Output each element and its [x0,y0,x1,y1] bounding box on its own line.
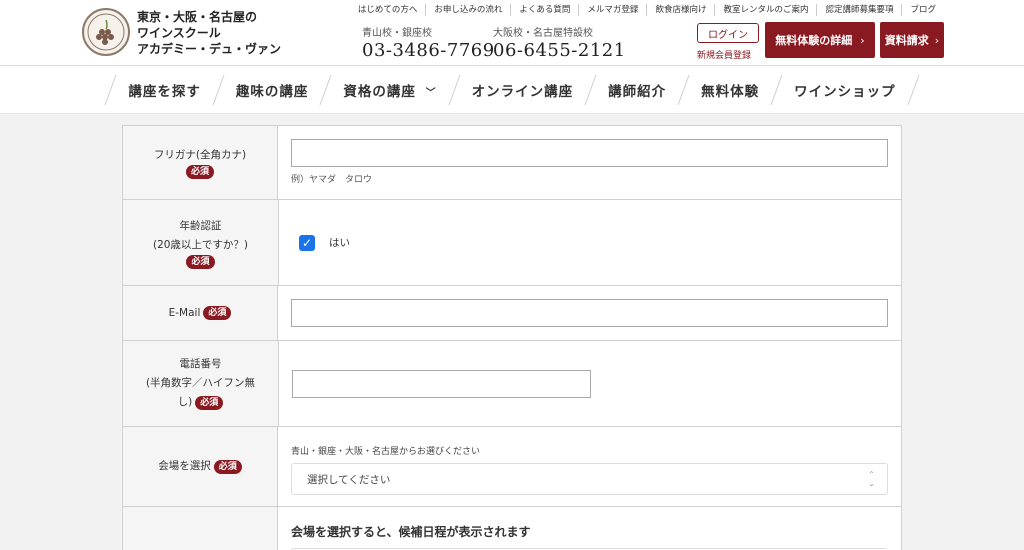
trial-details-button[interactable]: 無料体験の詳細 › [765,22,875,58]
field-label: 電話番号 (半角数字／ハイフン無 し) 必須 [123,341,279,426]
link-room-rental[interactable]: 教室レンタルのご案内 [714,4,816,16]
link-application-flow[interactable]: お申し込みの流れ [425,4,510,16]
form-row-phone: 電話番号 (半角数字／ハイフン無 し) 必須 [123,341,901,427]
field-cell: 会場を選択すると、候補日程が表示されます [278,507,901,550]
form-row-furigana: フリガナ(全角カナ) 必須 例）ヤマダ タロウ [123,126,901,200]
venue-label: 会場を選択 [158,460,211,472]
utility-links: はじめての方へ お申し込みの流れ よくある質問 メルマガ登録 飲食店様向け 教室… [350,4,944,16]
furigana-example: 例）ヤマダ タロウ [291,175,373,185]
application-form: フリガナ(全角カナ) 必須 例）ヤマダ タロウ 年齢認証 (20歳以上ですか？)… [122,125,902,550]
venue-select-value: 選択してください [307,473,391,486]
furigana-label: フリガナ(全角カナ) [153,149,247,161]
field-label: 会場を選択 必須 [123,427,278,506]
brochure-label: 資料請求 [884,34,929,47]
phone-label: 電話番号 [179,358,222,370]
phone-label-sub: (半角数字／ハイフン無 [145,377,256,389]
nav-find-course[interactable]: 講座を探す [111,80,218,100]
venue-select[interactable]: 選択してください ⌃ ⌄ [291,463,888,495]
brand-line-1: 東京・大阪・名古屋の [137,10,258,24]
nav-instructors[interactable]: 講師紹介 [591,80,683,100]
age-checkbox[interactable]: ✓ [299,234,315,251]
nav-free-trial[interactable]: 無料体験 [684,80,776,100]
chevron-right-icon: › [934,33,940,47]
phone-location: 青山校・銀座校 [362,28,432,39]
nav-wine-shop[interactable]: ワインショップ [777,80,913,100]
link-blog[interactable]: ブログ [901,4,944,16]
phone-osaka-nagoya: 大阪校・名古屋特設校 06-6455-2121 [493,24,626,61]
phone-number[interactable]: 03-3486-7769 [362,40,495,61]
field-cell: 青山・銀座・大阪・名古屋からお選びください 選択してください ⌃ ⌄ [278,427,901,506]
field-label: フリガナ(全角カナ) 必須 [123,126,278,199]
link-instructor-recruit[interactable]: 認定講師募集要項 [816,4,901,16]
nav-certification-label: 資格の講座 [343,83,416,100]
age-label-sub: (20歳以上ですか？) [152,238,249,251]
email-label: E-Mail [168,306,201,319]
field-label [123,507,278,550]
form-row-age: 年齢認証 (20歳以上ですか？) 必須 ✓ はい [123,200,901,286]
phone-label-sub2: し) 必須 [178,393,224,412]
field-label: E-Mail 必須 [123,286,278,340]
email-input[interactable] [291,299,888,327]
brochure-request-button[interactable]: 資料請求 › [880,22,944,58]
form-row-venue: 会場を選択 必須 青山・銀座・大阪・名古屋からお選びください 選択してください … [123,427,901,507]
login-button[interactable]: ログイン [697,23,759,43]
schedule-notice: 会場を選択すると、候補日程が表示されます [291,525,531,539]
nav-certification-course[interactable]: 資格の講座 ﹀ [326,80,453,100]
required-badge: 必須 [185,165,214,179]
select-arrows-icon: ⌃ ⌄ [868,470,875,488]
field-cell [278,286,901,340]
nav-hobby-course[interactable]: 趣味の講座 [219,80,326,100]
age-label: 年齢認証 [179,219,222,232]
phone-number[interactable]: 06-6455-2121 [493,40,626,61]
form-row-email: E-Mail 必須 [123,286,901,341]
field-label: 年齢認証 (20歳以上ですか？) 必須 [123,200,279,285]
required-badge: 必須 [203,306,232,320]
brand-line-2: ワインスクール [137,26,221,40]
phone-location: 大阪校・名古屋特設校 [493,28,593,39]
field-cell [279,341,901,426]
venue-hint: 青山・銀座・大阪・名古屋からお選びください [291,447,481,457]
age-checkbox-label[interactable]: はい [329,235,350,250]
required-badge: 必須 [213,459,242,474]
brand-line-3: アカデミー・デュ・ヴァン [137,42,282,56]
site-header: 東京・大阪・名古屋の ワインスクール アカデミー・デュ・ヴァン 青山校・銀座校 … [0,0,1024,66]
field-cell: ✓ はい [279,200,901,285]
phone-aoyama-ginza: 青山校・銀座校 03-3486-7769 [362,24,495,61]
main-nav: 講座を探す 趣味の講座 資格の講座 ﹀ オンライン講座 講師紹介 無料体験 ワイ… [0,66,1024,114]
link-restaurants[interactable]: 飲食店様向け [646,4,714,16]
form-row-schedule: 会場を選択すると、候補日程が表示されます [123,507,901,550]
field-cell: 例）ヤマダ タロウ [278,126,901,199]
school-logo[interactable] [82,8,130,56]
nav-online-course[interactable]: オンライン講座 [455,80,591,100]
required-badge: 必須 [195,396,224,410]
chevron-right-icon: › [860,33,865,47]
furigana-input[interactable] [291,139,888,167]
required-badge: 必須 [186,254,215,269]
link-first-time[interactable]: はじめての方へ [350,4,426,16]
brand-name[interactable]: 東京・大阪・名古屋の ワインスクール アカデミー・デュ・ヴァン [137,9,281,57]
trial-details-label: 無料体験の詳細 [775,34,853,47]
chevron-down-icon: ﹀ [425,87,437,99]
phone-input[interactable] [292,369,591,398]
register-link[interactable]: 新規会員登録 [697,48,751,61]
link-newsletter[interactable]: メルマガ登録 [578,4,646,16]
link-faq[interactable]: よくある質問 [510,4,578,16]
